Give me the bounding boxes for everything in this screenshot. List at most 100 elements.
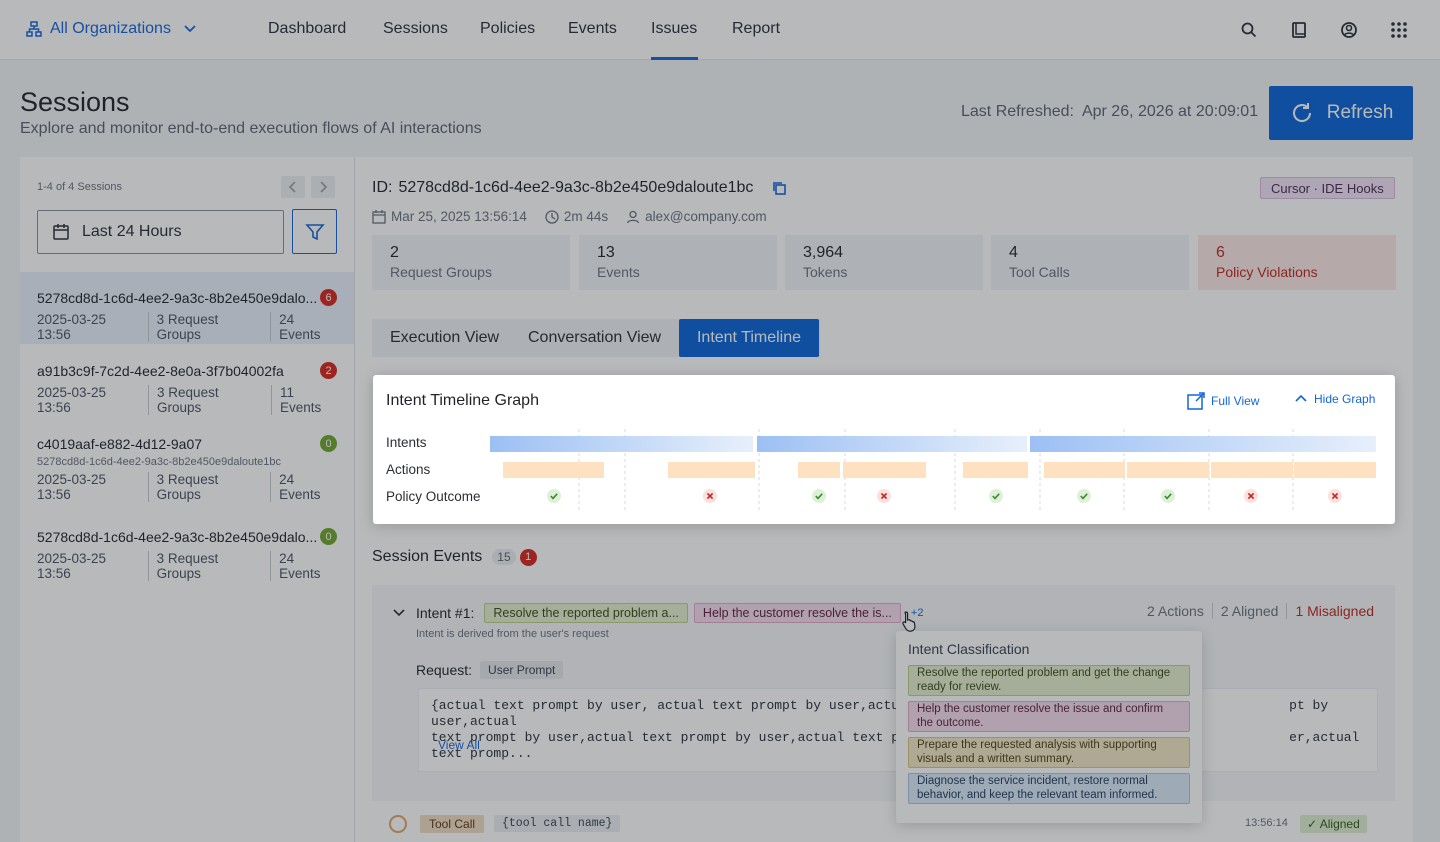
chevron-left-icon [288, 181, 296, 193]
session-id: 5278cd8d-1c6d-4ee2-9a3c-8b2e450e9dalo... [37, 289, 318, 306]
intent-chip: Help the customer resolve the is... [693, 603, 901, 623]
filter-button[interactable] [292, 209, 337, 254]
tab-conversation-view[interactable]: Conversation View [528, 319, 661, 357]
session-events-header: Session Events 15 1 [372, 548, 537, 566]
book-icon[interactable] [1289, 20, 1309, 40]
stat-label: Policy Violations [1216, 264, 1318, 280]
stat-tokens: 3,964 Tokens [785, 235, 983, 290]
request-type-chip: User Prompt [480, 661, 564, 679]
session-id: c4019aaf-e882-4d12-9a07 [37, 435, 203, 452]
violation-badge: 0 [320, 528, 337, 545]
tab-execution-view[interactable]: Execution View [390, 319, 499, 357]
session-id-label: ID: [372, 179, 393, 196]
timeline-chart [490, 429, 1376, 511]
last-refreshed: Last Refreshed: Apr 26, 2026 at 20:09:01 [961, 103, 1259, 120]
hand-cursor-icon [902, 611, 916, 632]
stat-label: Events [597, 264, 640, 280]
stat-tool-calls: 4 Tool Calls [991, 235, 1189, 290]
page-title: Sessions [20, 87, 130, 117]
org-selector[interactable]: All Organizations [26, 20, 201, 38]
classification-item: Resolve the reported problem and get the… [908, 665, 1190, 696]
action-bar [1127, 462, 1209, 478]
violation-badge: 0 [320, 435, 337, 452]
page-subtitle: Explore and monitor end-to-end execution… [20, 120, 482, 137]
nav-issues[interactable]: Issues [651, 20, 697, 38]
aligned-count: 2 Aligned [1211, 603, 1287, 619]
user-circle-icon[interactable] [1339, 20, 1359, 40]
view-tabs: Execution View Conversation View Intent … [372, 319, 820, 357]
session-id: 5278cd8d-1c6d-4ee2-9a3c-8b2e450e9dalo... [37, 528, 318, 545]
tab-intent-timeline[interactable]: Intent Timeline [679, 319, 819, 357]
intent-bar [757, 436, 1027, 452]
next-page-button[interactable] [311, 176, 335, 198]
request-row: Request: User Prompt [416, 661, 564, 679]
session-events: 24 Events [270, 472, 337, 502]
session-id-value: 5278cd8d-1c6d-4ee2-9a3c-8b2e450e9daloute… [398, 179, 754, 196]
refresh-button[interactable]: Refresh [1269, 86, 1413, 140]
view-all-link[interactable]: View All [438, 738, 480, 752]
nav-sessions[interactable]: Sessions [383, 20, 448, 38]
stat-label: Tokens [803, 264, 848, 280]
violation-badge: 6 [320, 289, 337, 306]
intent-header[interactable]: Intent #1: Resolve the reported problem … [392, 603, 923, 623]
session-item[interactable]: c4019aaf-e882-4d12-9a07 0 5278cd8d-1c6d-4… [20, 435, 354, 502]
nav-report[interactable]: Report [732, 20, 780, 38]
session-events: 11 Events [270, 385, 337, 415]
nav-events[interactable]: Events [568, 20, 617, 38]
tool-call-chip: Tool Call [420, 815, 485, 833]
filter-icon [304, 223, 325, 240]
chevron-right-icon [320, 181, 328, 193]
action-bar [503, 462, 604, 478]
session-user: alex@company.com [645, 209, 767, 224]
session-events: 24 Events [270, 312, 337, 342]
session-item[interactable]: 5278cd8d-1c6d-4ee2-9a3c-8b2e450e9dalo...… [20, 528, 354, 581]
stat-events: 13 Events [579, 235, 777, 290]
classification-item: Diagnose the service incident, restore n… [908, 773, 1190, 804]
date-range-label: Last 24 Hours [82, 223, 182, 240]
stat-value: 3,964 [803, 244, 844, 261]
user-icon [627, 210, 640, 223]
session-date: 2025-03-25 13:56 [37, 312, 107, 342]
action-bar [668, 462, 755, 478]
action-bar [843, 462, 926, 478]
intent-description: Intent is derived from the user's reques… [416, 628, 609, 640]
apps-grid-icon[interactable] [1389, 20, 1409, 40]
top-nav [0, 0, 1440, 60]
pass-marker-icon [547, 489, 561, 503]
intent-classification-popover: Intent Classification Resolve the report… [896, 631, 1202, 823]
source-tag: Cursor · IDE Hooks [1260, 177, 1395, 199]
session-events-title: Session Events [372, 548, 483, 565]
prev-page-button[interactable] [281, 176, 305, 198]
intent-bar [1030, 436, 1376, 452]
pass-marker-icon [989, 489, 1003, 503]
nav-policies[interactable]: Policies [480, 20, 535, 38]
request-label: Request: [416, 662, 473, 678]
action-bar [798, 462, 840, 478]
classification-item: Prepare the requested analysis with supp… [908, 737, 1190, 768]
session-item[interactable]: 5278cd8d-1c6d-4ee2-9a3c-8b2e450e9dalo...… [20, 272, 354, 344]
stat-request-groups: 2 Request Groups [372, 235, 570, 290]
session-item[interactable]: a91b3c9f-7c2d-4ee2-8e0a-3f7b04002fa 2 202… [20, 362, 354, 415]
copy-icon[interactable] [771, 180, 787, 196]
stat-value: 13 [597, 244, 615, 261]
calendar-icon [53, 224, 69, 240]
session-id: a91b3c9f-7c2d-4ee2-8e0a-3f7b04002fa [37, 362, 284, 379]
action-bar [963, 462, 1028, 478]
org-label: All Organizations [50, 20, 171, 37]
clock-icon [545, 209, 559, 224]
chevron-down-icon[interactable] [392, 606, 406, 620]
session-duration: 2m 44s [563, 209, 609, 224]
chevron-down-icon [184, 25, 196, 33]
session-date: 2025-03-25 13:56 [37, 472, 107, 502]
alert-badge: 1 [519, 548, 537, 566]
action-bar [1211, 462, 1293, 478]
intent-chip: Resolve the reported problem a... [484, 603, 688, 623]
nav-dashboard[interactable]: Dashboard [268, 20, 346, 38]
search-icon[interactable] [1239, 20, 1259, 40]
date-range-select[interactable]: Last 24 Hours [37, 210, 284, 254]
violation-badge: 2 [320, 362, 337, 379]
intent-bar [490, 436, 753, 452]
intent-stats: 2 Actions 2 Aligned 1 Misaligned [1147, 603, 1382, 619]
calendar-icon [372, 209, 386, 224]
intent-label: Intent #1: [416, 605, 475, 621]
